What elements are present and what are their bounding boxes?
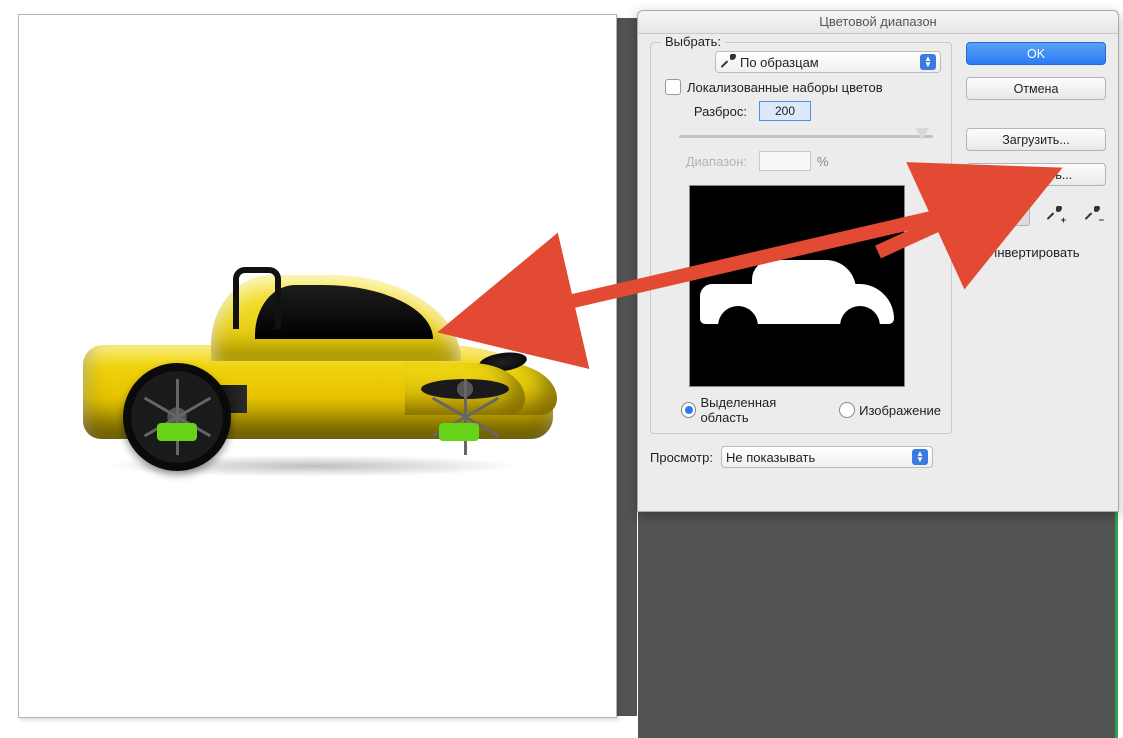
- eyedropper-icon: [720, 54, 736, 70]
- fuzziness-input[interactable]: 200: [759, 101, 811, 121]
- app-background-panel: [638, 511, 1118, 738]
- range-label: Диапазон:: [661, 154, 747, 169]
- localized-sets-label: Локализованные наборы цветов: [687, 80, 883, 95]
- range-unit: %: [817, 154, 829, 169]
- eyedropper-plus-icon: +: [1046, 206, 1062, 222]
- select-dropdown[interactable]: По образцам ▲▼: [715, 51, 941, 73]
- preview-car-silhouette: [700, 258, 894, 342]
- radio-image[interactable]: [839, 402, 855, 418]
- eyedropper-icon: [1008, 206, 1024, 222]
- eyedropper-minus-icon: −: [1084, 206, 1100, 222]
- select-value: По образцам: [740, 55, 920, 70]
- radio-selection[interactable]: [681, 402, 696, 418]
- fuzziness-label: Разброс:: [661, 104, 747, 119]
- ok-button[interactable]: OK: [966, 42, 1106, 65]
- eyedropper-subtract-tool[interactable]: −: [1078, 202, 1106, 226]
- select-label: Выбрать:: [661, 34, 725, 49]
- cancel-button[interactable]: Отмена: [966, 77, 1106, 100]
- dialog-title: Цветовой диапазон: [638, 11, 1118, 34]
- range-input: [759, 151, 811, 171]
- app-background-strip: [617, 18, 637, 716]
- invert-checkbox[interactable]: [966, 244, 982, 260]
- document-canvas[interactable]: [18, 14, 617, 718]
- eyedropper-add-tool[interactable]: +: [1040, 202, 1068, 226]
- dropdown-arrows-icon: ▲▼: [912, 449, 928, 465]
- preview-label: Просмотр:: [650, 450, 713, 465]
- select-group: Выбрать: По образцам ▲▼ Локализованные н…: [650, 42, 952, 434]
- selection-preview: [689, 185, 905, 387]
- dropdown-arrows-icon: ▲▼: [920, 54, 936, 70]
- color-range-dialog: Цветовой диапазон Выбрать: По образцам ▲…: [637, 10, 1119, 512]
- localized-sets-checkbox[interactable]: [665, 79, 681, 95]
- fuzziness-slider[interactable]: [679, 127, 933, 145]
- preview-dropdown[interactable]: Не показывать ▲▼: [721, 446, 933, 468]
- slider-thumb-icon[interactable]: [915, 128, 929, 140]
- radio-selection-label: Выделенная область: [700, 395, 823, 425]
- radio-image-label: Изображение: [859, 403, 941, 418]
- preview-value: Не показывать: [726, 450, 912, 465]
- load-button[interactable]: Загрузить...: [966, 128, 1106, 151]
- invert-label: Инвертировать: [988, 245, 1080, 260]
- eyedropper-tool[interactable]: [1002, 202, 1030, 226]
- save-button[interactable]: Сохранить...: [966, 163, 1106, 186]
- canvas-image-car: [83, 267, 553, 471]
